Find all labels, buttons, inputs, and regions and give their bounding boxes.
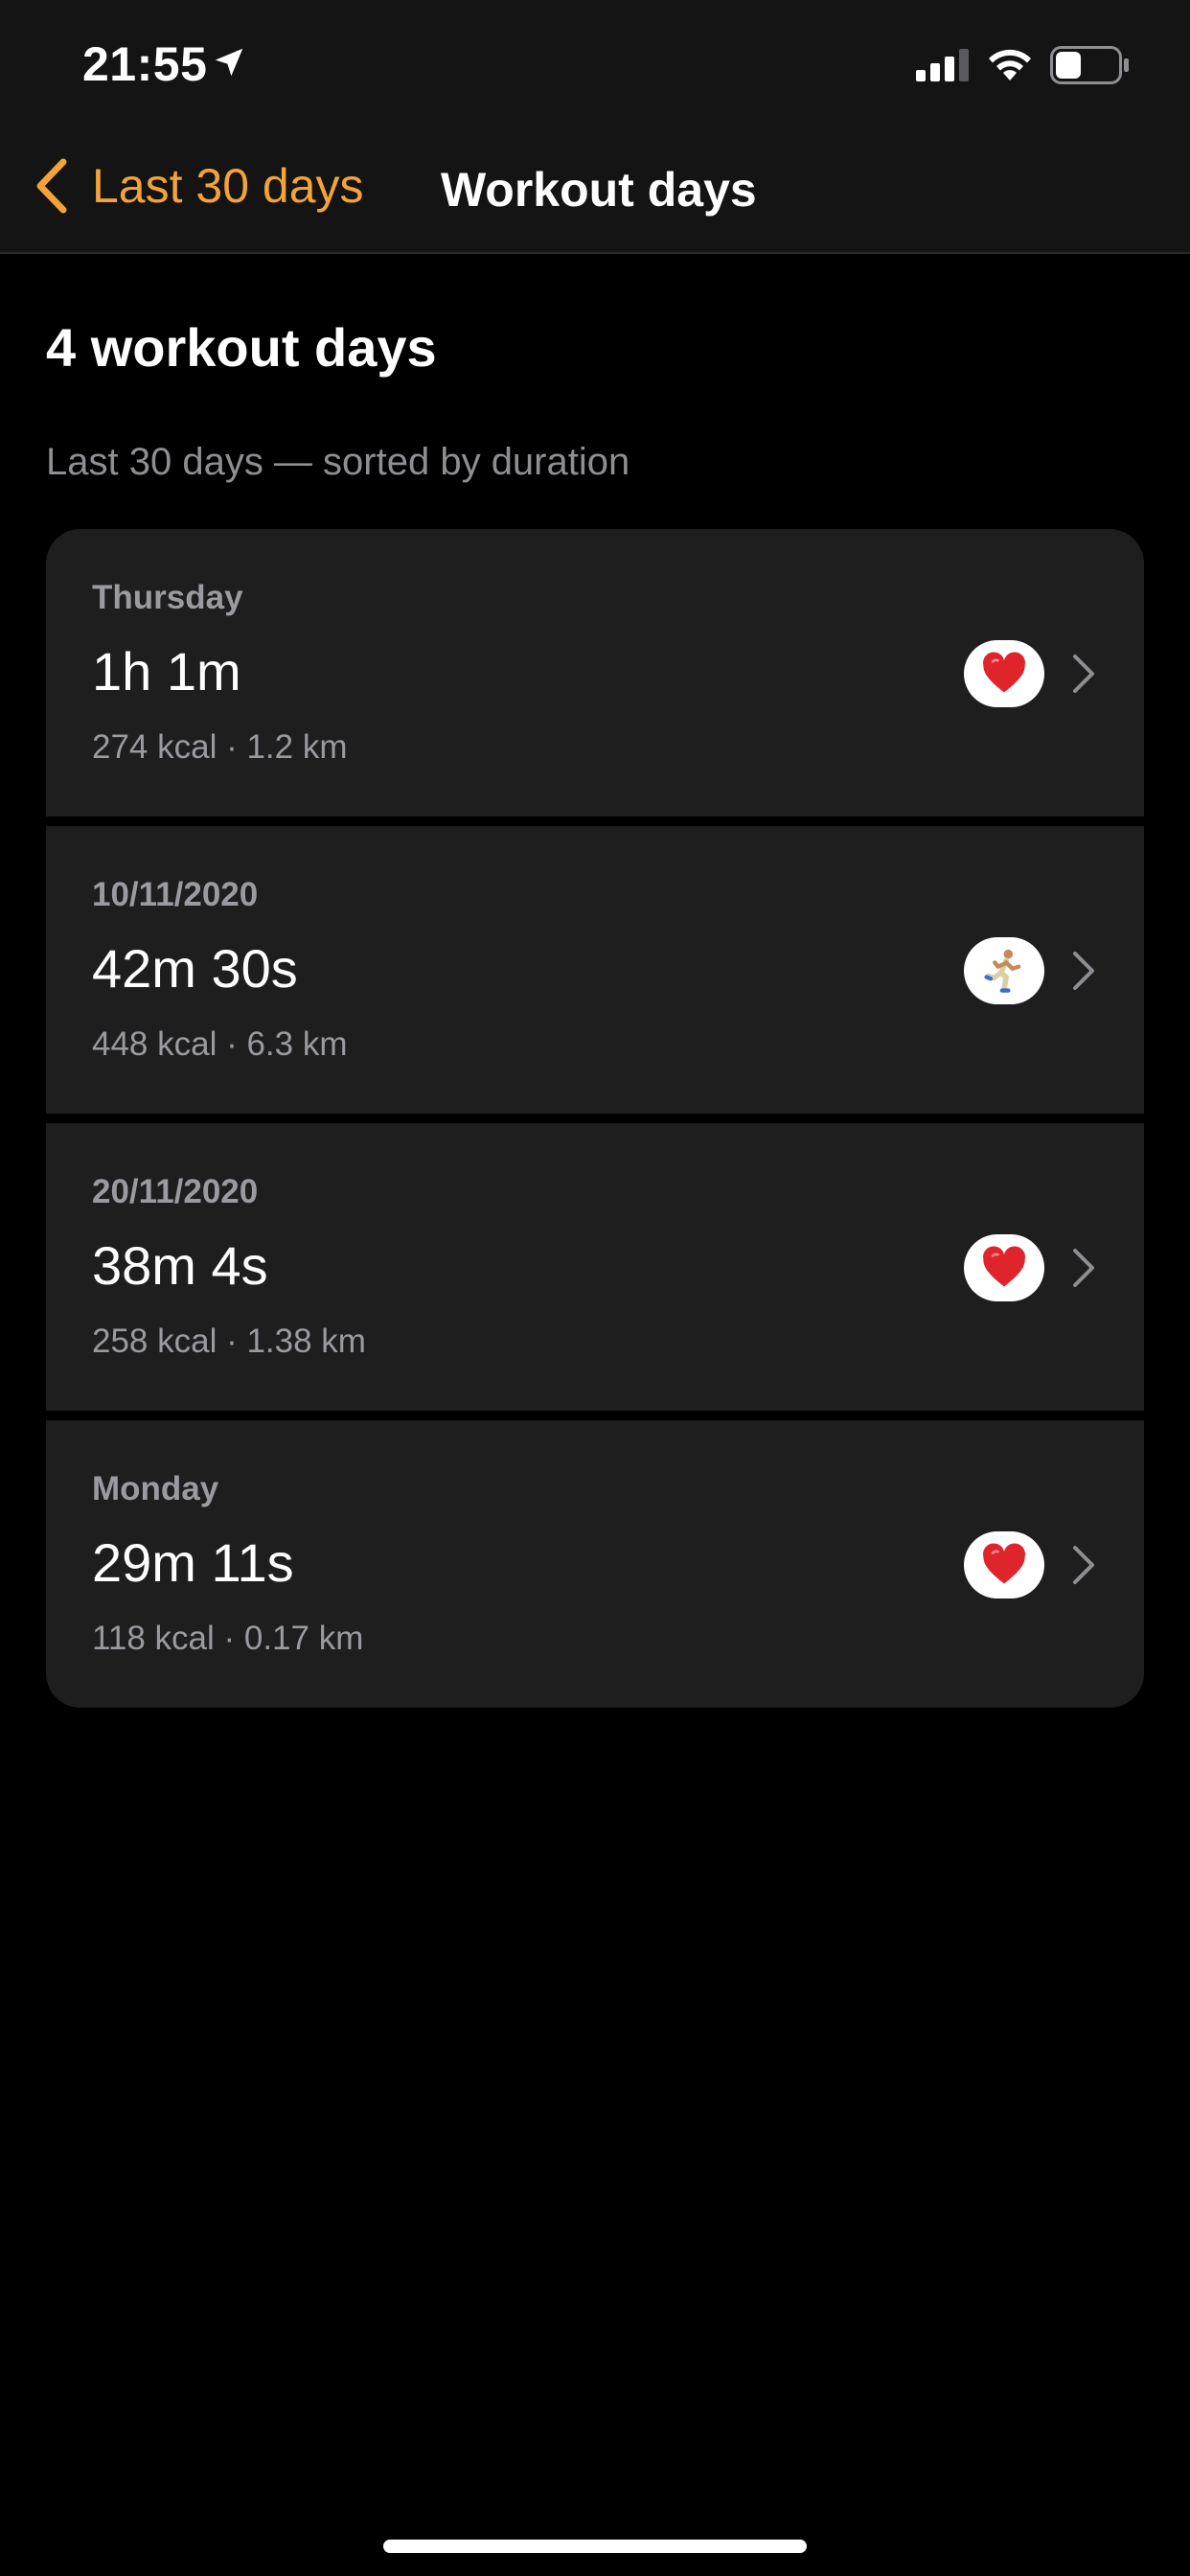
workout-row[interactable]: Thursday 1h 1m 274 kcal · 1.2 km xyxy=(46,529,1144,816)
heart-icon xyxy=(983,1543,1026,1584)
location-arrow-icon xyxy=(215,48,243,77)
page-subtitle: Last 30 days — sorted by duration xyxy=(46,441,630,483)
heart-icon xyxy=(983,1246,1026,1287)
workout-duration: 38m 4s xyxy=(92,1235,268,1296)
workout-duration: 1h 1m xyxy=(92,641,241,702)
back-label: Last 30 days xyxy=(92,159,364,213)
workout-date: Thursday xyxy=(92,579,243,616)
workout-date: 20/11/2020 xyxy=(92,1173,259,1210)
chevron-right-icon xyxy=(1073,952,1094,990)
workout-duration: 42m 30s xyxy=(92,938,298,999)
battery-icon xyxy=(1050,46,1129,84)
workout-type-badge xyxy=(964,640,1044,707)
wifi-icon xyxy=(989,49,1031,80)
workout-stats: 258 kcal · 1.38 km xyxy=(92,1322,366,1360)
workout-row[interactable]: Monday 29m 11s 118 kcal · 0.17 km xyxy=(46,1420,1144,1708)
workout-type-badge xyxy=(964,1531,1044,1598)
battery-level-fill xyxy=(1056,52,1081,79)
workout-date: Monday xyxy=(92,1470,219,1507)
home-indicator[interactable] xyxy=(383,2540,807,2553)
chevron-right-icon xyxy=(1073,655,1094,693)
heart-icon xyxy=(983,652,1026,693)
workout-row[interactable]: 20/11/2020 38m 4s 258 kcal · 1.38 km xyxy=(46,1123,1144,1411)
runner-icon xyxy=(984,949,1021,993)
workout-stats: 448 kcal · 6.3 km xyxy=(92,1025,348,1063)
status-bar: 21:55 xyxy=(0,0,1190,129)
cellular-signal-icon xyxy=(916,49,969,81)
status-time: 21:55 xyxy=(82,37,208,91)
chevron-right-icon xyxy=(1073,1546,1094,1584)
workout-stats: 118 kcal · 0.17 km xyxy=(92,1620,364,1657)
back-button[interactable]: Last 30 days xyxy=(33,152,364,219)
nav-title: Workout days xyxy=(441,163,757,217)
workout-row[interactable]: 10/11/2020 42m 30s 448 kcal · 6.3 km xyxy=(46,826,1144,1114)
workout-list: Thursday 1h 1m 274 kcal · 1.2 km 10/11/2… xyxy=(46,529,1144,1708)
chevron-left-icon xyxy=(36,158,67,214)
workout-stats: 274 kcal · 1.2 km xyxy=(92,728,348,766)
workout-type-badge xyxy=(964,1234,1044,1301)
workout-duration: 29m 11s xyxy=(92,1532,294,1593)
page-title: 4 workout days xyxy=(46,317,437,378)
navigation-bar: Last 30 days Workout days xyxy=(0,129,1190,254)
workout-date: 10/11/2020 xyxy=(92,876,259,913)
chevron-right-icon xyxy=(1073,1249,1094,1287)
workout-type-badge xyxy=(964,937,1044,1004)
